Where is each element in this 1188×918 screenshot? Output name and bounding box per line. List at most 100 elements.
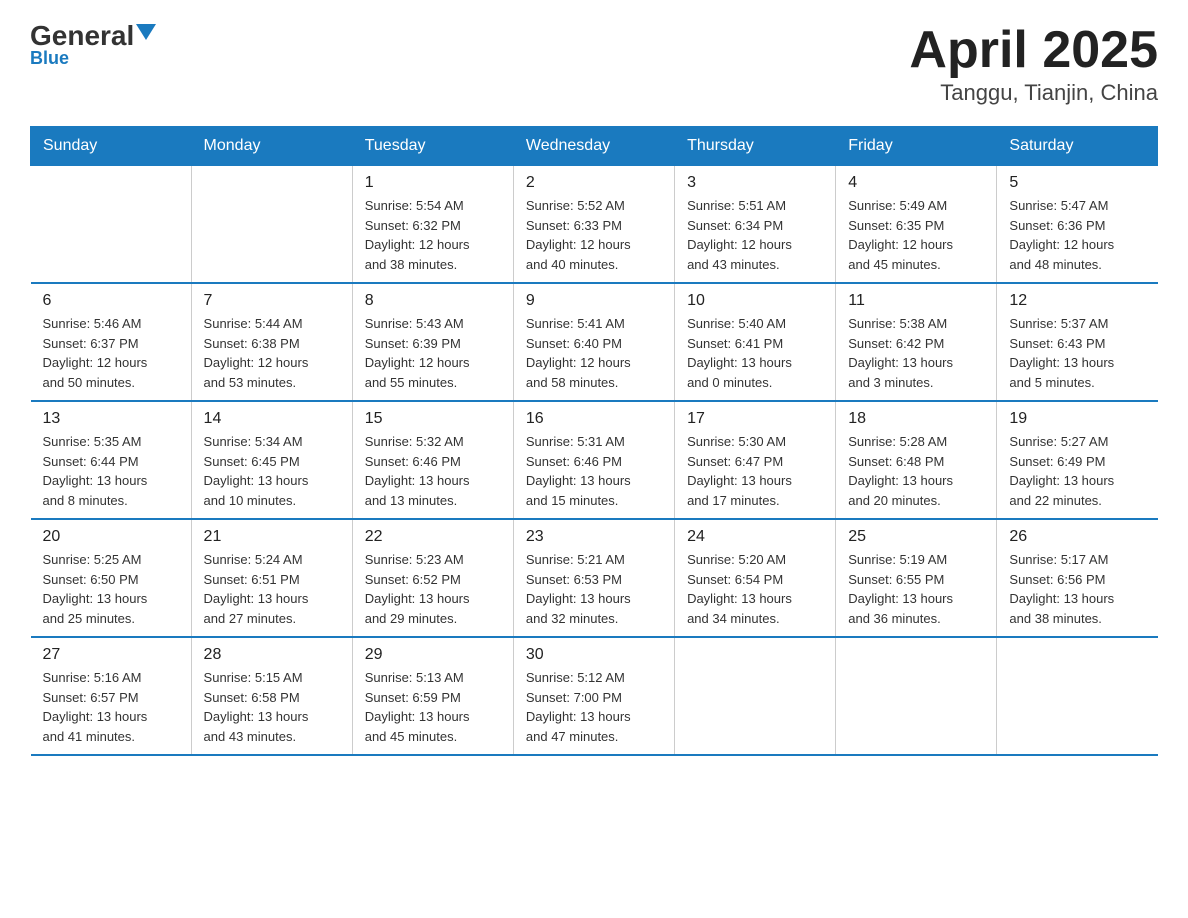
- calendar-title: April 2025: [909, 20, 1158, 80]
- calendar-cell: [836, 637, 997, 755]
- day-info: Sunrise: 5:16 AM Sunset: 6:57 PM Dayligh…: [43, 668, 179, 746]
- calendar-cell: 8 Sunrise: 5:43 AM Sunset: 6:39 PM Daylig…: [352, 283, 513, 401]
- day-number: 9: [526, 292, 662, 310]
- day-number: 27: [43, 646, 179, 664]
- day-number: 18: [848, 410, 984, 428]
- weekday-header-saturday: Saturday: [997, 127, 1158, 166]
- calendar-cell: 19 Sunrise: 5:27 AM Sunset: 6:49 PM Dayli…: [997, 401, 1158, 519]
- day-info: Sunrise: 5:43 AM Sunset: 6:39 PM Dayligh…: [365, 314, 501, 392]
- logo-blue: Blue: [30, 48, 69, 69]
- day-number: 21: [204, 528, 340, 546]
- day-number: 4: [848, 174, 984, 192]
- calendar-table: SundayMondayTuesdayWednesdayThursdayFrid…: [30, 126, 1158, 756]
- day-number: 29: [365, 646, 501, 664]
- weekday-header-monday: Monday: [191, 127, 352, 166]
- day-info: Sunrise: 5:47 AM Sunset: 6:36 PM Dayligh…: [1009, 196, 1145, 274]
- day-number: 30: [526, 646, 662, 664]
- calendar-cell: 26 Sunrise: 5:17 AM Sunset: 6:56 PM Dayli…: [997, 519, 1158, 637]
- day-info: Sunrise: 5:28 AM Sunset: 6:48 PM Dayligh…: [848, 432, 984, 510]
- day-number: 25: [848, 528, 984, 546]
- day-number: 3: [687, 174, 823, 192]
- calendar-cell: 6Sunrise: 5:46 AM Sunset: 6:37 PM Daylig…: [31, 283, 192, 401]
- day-info: Sunrise: 5:17 AM Sunset: 6:56 PM Dayligh…: [1009, 550, 1145, 628]
- day-info: Sunrise: 5:23 AM Sunset: 6:52 PM Dayligh…: [365, 550, 501, 628]
- day-info: Sunrise: 5:37 AM Sunset: 6:43 PM Dayligh…: [1009, 314, 1145, 392]
- calendar-cell: 5 Sunrise: 5:47 AM Sunset: 6:36 PM Daylig…: [997, 166, 1158, 284]
- day-info: Sunrise: 5:52 AM Sunset: 6:33 PM Dayligh…: [526, 196, 662, 274]
- calendar-cell: 22 Sunrise: 5:23 AM Sunset: 6:52 PM Dayli…: [352, 519, 513, 637]
- calendar-cell: 14 Sunrise: 5:34 AM Sunset: 6:45 PM Dayli…: [191, 401, 352, 519]
- weekday-header-wednesday: Wednesday: [513, 127, 674, 166]
- day-number: 28: [204, 646, 340, 664]
- day-info: Sunrise: 5:44 AM Sunset: 6:38 PM Dayligh…: [204, 314, 340, 392]
- calendar-cell: 2 Sunrise: 5:52 AM Sunset: 6:33 PM Daylig…: [513, 166, 674, 284]
- day-info: Sunrise: 5:51 AM Sunset: 6:34 PM Dayligh…: [687, 196, 823, 274]
- day-number: 26: [1009, 528, 1145, 546]
- calendar-cell: [31, 166, 192, 284]
- logo-triangle-icon: [136, 24, 156, 40]
- day-number: 13: [43, 410, 179, 428]
- day-info: Sunrise: 5:27 AM Sunset: 6:49 PM Dayligh…: [1009, 432, 1145, 510]
- day-info: Sunrise: 5:12 AM Sunset: 7:00 PM Dayligh…: [526, 668, 662, 746]
- day-number: 7: [204, 292, 340, 310]
- day-number: 10: [687, 292, 823, 310]
- calendar-cell: 16 Sunrise: 5:31 AM Sunset: 6:46 PM Dayli…: [513, 401, 674, 519]
- day-number: 14: [204, 410, 340, 428]
- day-info: Sunrise: 5:46 AM Sunset: 6:37 PM Dayligh…: [43, 314, 179, 392]
- weekday-header-sunday: Sunday: [31, 127, 192, 166]
- calendar-cell: 17Sunrise: 5:30 AM Sunset: 6:47 PM Dayli…: [675, 401, 836, 519]
- calendar-cell: 27 Sunrise: 5:16 AM Sunset: 6:57 PM Dayli…: [31, 637, 192, 755]
- day-number: 1: [365, 174, 501, 192]
- calendar-cell: 9 Sunrise: 5:41 AM Sunset: 6:40 PM Daylig…: [513, 283, 674, 401]
- day-info: Sunrise: 5:49 AM Sunset: 6:35 PM Dayligh…: [848, 196, 984, 274]
- calendar-subtitle: Tanggu, Tianjin, China: [909, 80, 1158, 106]
- weekday-header-row: SundayMondayTuesdayWednesdayThursdayFrid…: [31, 127, 1158, 166]
- day-info: Sunrise: 5:13 AM Sunset: 6:59 PM Dayligh…: [365, 668, 501, 746]
- calendar-cell: [191, 166, 352, 284]
- day-number: 16: [526, 410, 662, 428]
- day-info: Sunrise: 5:24 AM Sunset: 6:51 PM Dayligh…: [204, 550, 340, 628]
- calendar-cell: 18 Sunrise: 5:28 AM Sunset: 6:48 PM Dayli…: [836, 401, 997, 519]
- day-info: Sunrise: 5:21 AM Sunset: 6:53 PM Dayligh…: [526, 550, 662, 628]
- calendar-cell: 12 Sunrise: 5:37 AM Sunset: 6:43 PM Dayli…: [997, 283, 1158, 401]
- day-number: 19: [1009, 410, 1145, 428]
- week-row-1: 1 Sunrise: 5:54 AM Sunset: 6:32 PM Daylig…: [31, 166, 1158, 284]
- week-row-4: 20Sunrise: 5:25 AM Sunset: 6:50 PM Dayli…: [31, 519, 1158, 637]
- day-number: 23: [526, 528, 662, 546]
- week-row-3: 13Sunrise: 5:35 AM Sunset: 6:44 PM Dayli…: [31, 401, 1158, 519]
- day-info: Sunrise: 5:34 AM Sunset: 6:45 PM Dayligh…: [204, 432, 340, 510]
- day-number: 2: [526, 174, 662, 192]
- calendar-cell: 30 Sunrise: 5:12 AM Sunset: 7:00 PM Dayli…: [513, 637, 674, 755]
- day-number: 11: [848, 292, 984, 310]
- weekday-header-tuesday: Tuesday: [352, 127, 513, 166]
- calendar-cell: 15 Sunrise: 5:32 AM Sunset: 6:46 PM Dayli…: [352, 401, 513, 519]
- calendar-cell: 4 Sunrise: 5:49 AM Sunset: 6:35 PM Daylig…: [836, 166, 997, 284]
- day-info: Sunrise: 5:32 AM Sunset: 6:46 PM Dayligh…: [365, 432, 501, 510]
- calendar-cell: [675, 637, 836, 755]
- day-number: 12: [1009, 292, 1145, 310]
- day-info: Sunrise: 5:15 AM Sunset: 6:58 PM Dayligh…: [204, 668, 340, 746]
- calendar-cell: 21 Sunrise: 5:24 AM Sunset: 6:51 PM Dayli…: [191, 519, 352, 637]
- page-header: General Blue April 2025 Tanggu, Tianjin,…: [30, 20, 1158, 106]
- day-info: Sunrise: 5:38 AM Sunset: 6:42 PM Dayligh…: [848, 314, 984, 392]
- calendar-cell: 28 Sunrise: 5:15 AM Sunset: 6:58 PM Dayli…: [191, 637, 352, 755]
- calendar-cell: 11 Sunrise: 5:38 AM Sunset: 6:42 PM Dayli…: [836, 283, 997, 401]
- day-number: 24: [687, 528, 823, 546]
- day-info: Sunrise: 5:31 AM Sunset: 6:46 PM Dayligh…: [526, 432, 662, 510]
- calendar-cell: 20Sunrise: 5:25 AM Sunset: 6:50 PM Dayli…: [31, 519, 192, 637]
- title-block: April 2025 Tanggu, Tianjin, China: [909, 20, 1158, 106]
- calendar-cell: 24Sunrise: 5:20 AM Sunset: 6:54 PM Dayli…: [675, 519, 836, 637]
- day-number: 5: [1009, 174, 1145, 192]
- week-row-2: 6Sunrise: 5:46 AM Sunset: 6:37 PM Daylig…: [31, 283, 1158, 401]
- day-info: Sunrise: 5:41 AM Sunset: 6:40 PM Dayligh…: [526, 314, 662, 392]
- weekday-header-friday: Friday: [836, 127, 997, 166]
- calendar-cell: 7 Sunrise: 5:44 AM Sunset: 6:38 PM Daylig…: [191, 283, 352, 401]
- day-number: 8: [365, 292, 501, 310]
- calendar-cell: [997, 637, 1158, 755]
- calendar-cell: 3 Sunrise: 5:51 AM Sunset: 6:34 PM Daylig…: [675, 166, 836, 284]
- day-info: Sunrise: 5:40 AM Sunset: 6:41 PM Dayligh…: [687, 314, 823, 392]
- day-info: Sunrise: 5:54 AM Sunset: 6:32 PM Dayligh…: [365, 196, 501, 274]
- day-number: 22: [365, 528, 501, 546]
- day-number: 15: [365, 410, 501, 428]
- day-number: 20: [43, 528, 179, 546]
